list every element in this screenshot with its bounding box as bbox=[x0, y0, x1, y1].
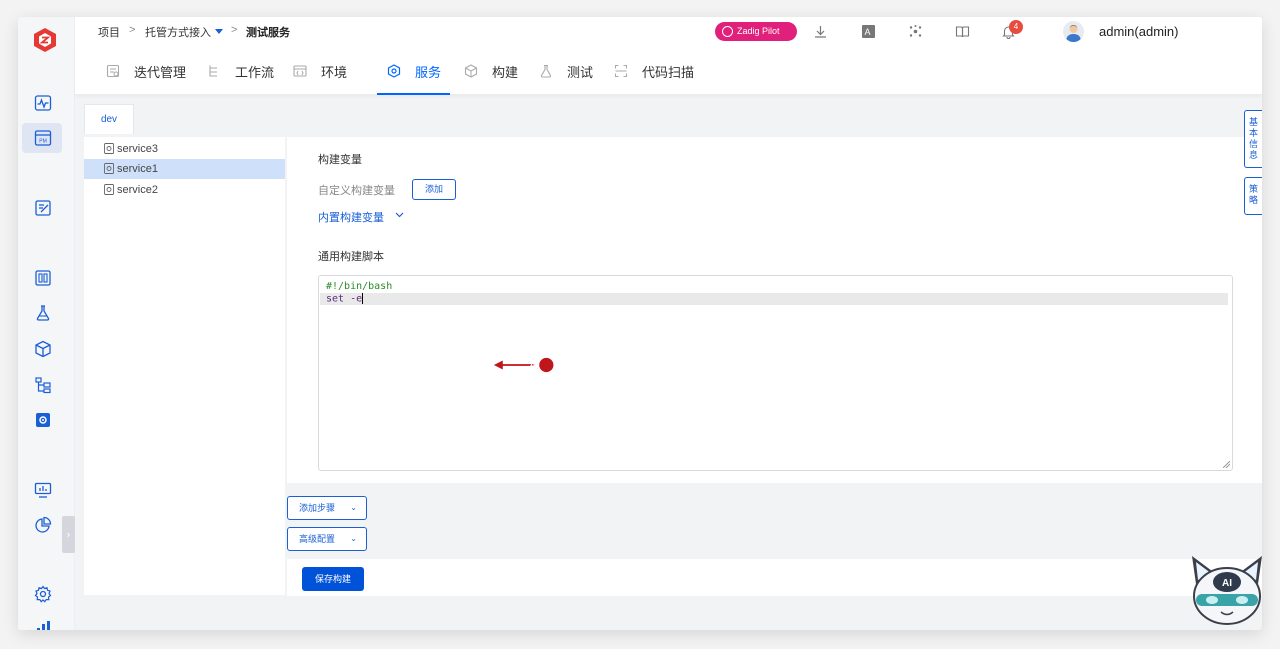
side-tab-basic-info[interactable]: 基本信息 bbox=[1244, 110, 1262, 168]
pilot-label: Zadig Pilot bbox=[737, 26, 780, 36]
top-bar: 项目 > 托管方式接入 > 测试服务 Zadig Pilot A 4 admin… bbox=[75, 17, 1262, 47]
gear-icon[interactable] bbox=[34, 585, 52, 603]
translate-icon[interactable]: A bbox=[861, 24, 876, 39]
code-line-text: set -e bbox=[326, 293, 363, 305]
username[interactable]: admin(admin) bbox=[1099, 24, 1178, 39]
chevron-down-icon: ⌄ bbox=[350, 534, 357, 543]
tab-workflow[interactable]: 工作流 bbox=[207, 47, 274, 95]
service-name: service2 bbox=[117, 184, 158, 196]
env-tab-dev[interactable]: dev bbox=[84, 104, 134, 134]
flask-icon[interactable] bbox=[34, 304, 52, 322]
rail-expand-toggle[interactable]: › bbox=[62, 516, 75, 553]
pulse-icon[interactable] bbox=[34, 94, 52, 112]
tab-test[interactable]: 测试 bbox=[539, 47, 593, 95]
tab-environment[interactable]: 环境 bbox=[293, 47, 347, 95]
annotation-number: 4 bbox=[530, 360, 536, 371]
dashboard-icon[interactable] bbox=[34, 269, 52, 287]
service-name: service1 bbox=[117, 163, 158, 175]
user-avatar-icon bbox=[1066, 25, 1081, 42]
script-title: 通用构建脚本 bbox=[318, 251, 384, 263]
builtin-vars-toggle[interactable]: 内置构建变量 bbox=[318, 209, 384, 225]
settings-box-icon[interactable] bbox=[34, 411, 52, 429]
environment-icon bbox=[293, 65, 307, 77]
pm-icon[interactable]: PM bbox=[34, 129, 52, 147]
caret-down-icon[interactable] bbox=[215, 29, 223, 35]
plugin-dots-icon[interactable] bbox=[908, 24, 923, 39]
tab-label: 迭代管理 bbox=[134, 64, 187, 80]
breadcrumb-projects[interactable]: 项目 bbox=[98, 24, 120, 40]
chevron-down-icon[interactable] bbox=[395, 212, 404, 218]
workflow-icon bbox=[209, 65, 217, 77]
resize-handle-icon[interactable] bbox=[1223, 461, 1230, 468]
app-window: PM › 项目 > 托管方式接入 > 测试服务 Zadig Pilot A 4 … bbox=[18, 17, 1262, 630]
docs-book-icon[interactable] bbox=[955, 24, 970, 39]
pie-chart-icon[interactable] bbox=[34, 516, 52, 534]
svg-text:A: A bbox=[864, 27, 870, 37]
zadig-logo-icon[interactable] bbox=[32, 27, 58, 53]
service-list: service3 service1 service2 bbox=[84, 137, 285, 595]
breadcrumb-separator: > bbox=[231, 24, 238, 36]
service-icon bbox=[387, 64, 401, 78]
tab-label: 代码扫描 bbox=[642, 64, 695, 80]
tab-label: 环境 bbox=[321, 64, 348, 80]
service-list-item[interactable]: service1 bbox=[84, 159, 285, 179]
breadcrumb-project-name[interactable]: 托管方式接入 bbox=[145, 24, 211, 40]
tab-label: 构建 bbox=[492, 64, 519, 80]
service-list-item[interactable]: service2 bbox=[84, 180, 285, 200]
steps-area bbox=[287, 483, 1262, 559]
add-step-label: 添加步骤 bbox=[299, 503, 336, 513]
service-name: service3 bbox=[117, 143, 158, 155]
download-icon[interactable] bbox=[813, 24, 828, 39]
pilot-icon bbox=[722, 26, 733, 37]
pipeline-icon[interactable] bbox=[34, 376, 52, 394]
add-step-dropdown[interactable]: 添加步骤 ⌄ bbox=[287, 496, 367, 520]
service-list-item[interactable]: service3 bbox=[84, 139, 285, 159]
save-build-button[interactable]: 保存构建 bbox=[302, 567, 364, 591]
test-icon bbox=[540, 64, 552, 78]
project-nav-tabs: 迭代管理 工作流 环境 服务 构建 测试 代码扫描 bbox=[75, 47, 1262, 95]
breadcrumb-separator: > bbox=[129, 24, 136, 36]
footer-bar: 保存构建 bbox=[287, 559, 1262, 596]
build-icon bbox=[464, 64, 478, 78]
tab-iteration[interactable]: 迭代管理 bbox=[106, 47, 186, 95]
iteration-icon bbox=[106, 64, 120, 78]
code-scan-icon bbox=[614, 64, 628, 78]
svg-text:PM: PM bbox=[39, 139, 47, 145]
tab-label: 服务 bbox=[415, 64, 442, 80]
side-tab-policy[interactable]: 策略 bbox=[1244, 177, 1262, 215]
zadig-pilot-button[interactable]: Zadig Pilot bbox=[715, 22, 797, 41]
advanced-config-label: 高级配置 bbox=[299, 534, 336, 544]
tab-label: 测试 bbox=[567, 64, 594, 80]
code-line: #!/bin/bash bbox=[326, 281, 393, 292]
tab-service[interactable]: 服务 bbox=[376, 47, 451, 95]
build-config-panel: 构建变量 自定义构建变量 添加 内置构建变量 通用构建脚本 #!/bin/bas… bbox=[287, 137, 1262, 483]
tab-label: 工作流 bbox=[235, 64, 275, 80]
add-custom-var-button[interactable]: 添加 bbox=[412, 179, 456, 200]
edit-doc-icon[interactable] bbox=[34, 199, 52, 217]
service-item-icon bbox=[104, 143, 114, 154]
service-item-icon bbox=[104, 163, 114, 174]
left-rail: PM › bbox=[18, 17, 75, 630]
build-script-editor[interactable]: #!/bin/bash set -e bbox=[318, 275, 1233, 471]
custom-vars-label: 自定义构建变量 bbox=[318, 185, 395, 197]
stats-icon[interactable] bbox=[34, 620, 52, 630]
ai-assistant-icon[interactable]: AI bbox=[1188, 554, 1262, 630]
code-line-active: set -e bbox=[320, 293, 1228, 305]
notification-badge: 4 bbox=[1009, 20, 1023, 34]
tab-code-scan[interactable]: 代码扫描 bbox=[614, 47, 694, 95]
svg-text:AI: AI bbox=[1222, 578, 1232, 589]
chevron-down-icon: ⌄ bbox=[350, 503, 357, 512]
build-vars-title: 构建变量 bbox=[318, 154, 362, 166]
avatar[interactable] bbox=[1063, 21, 1084, 42]
monitor-chart-icon[interactable] bbox=[34, 481, 52, 499]
package-icon[interactable] bbox=[34, 340, 52, 358]
breadcrumb-current: 测试服务 bbox=[246, 27, 290, 39]
advanced-config-dropdown[interactable]: 高级配置 ⌄ bbox=[287, 527, 367, 551]
service-item-icon bbox=[104, 184, 114, 195]
annotation-arrow-icon bbox=[493, 357, 554, 373]
text-cursor bbox=[362, 293, 364, 304]
tab-build[interactable]: 构建 bbox=[464, 47, 518, 95]
